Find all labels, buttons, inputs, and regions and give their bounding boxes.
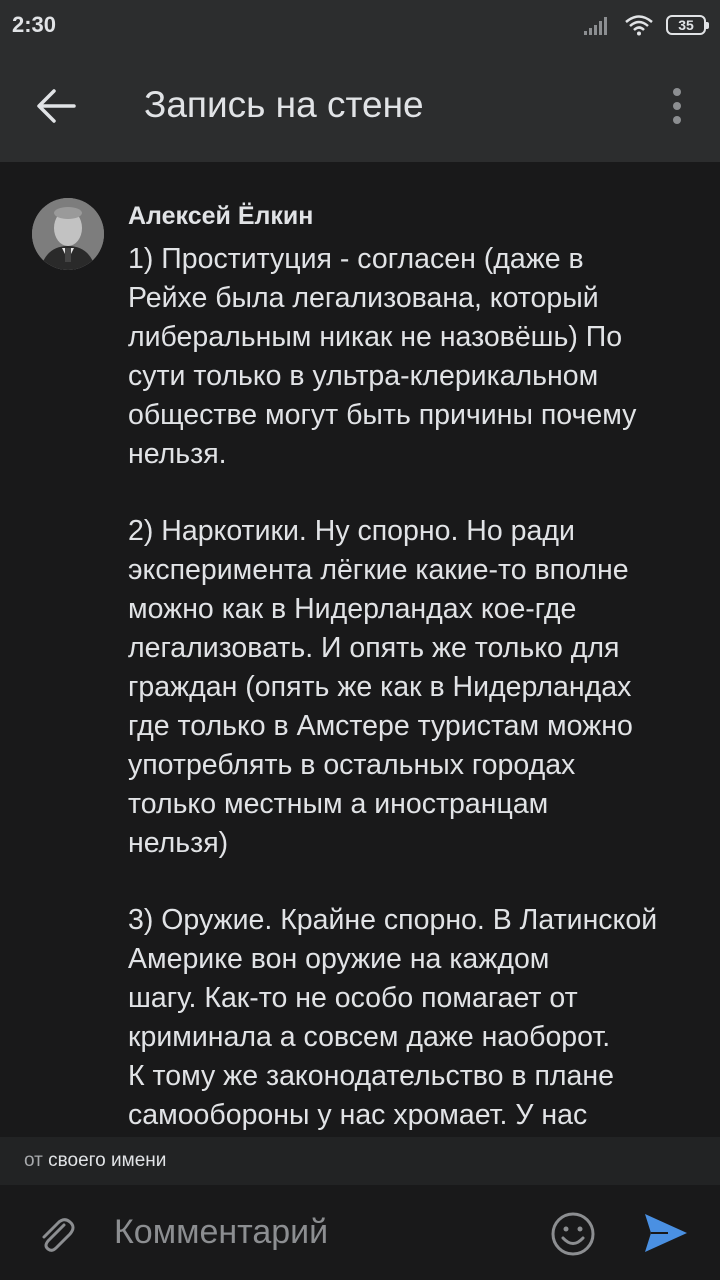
battery-icon: 35 bbox=[666, 15, 709, 35]
status-bar: 2:30 35 bbox=[0, 0, 720, 50]
signal-icon bbox=[584, 17, 607, 35]
status-time: 2:30 bbox=[12, 12, 57, 37]
avatar-photo bbox=[32, 198, 104, 270]
comment-text: 1) Проституция - согласен (даже в Рейхе … bbox=[128, 243, 658, 1131]
page-title: Запись на стене bbox=[144, 84, 424, 125]
smile-icon[interactable] bbox=[550, 1211, 596, 1257]
comment-input[interactable]: Комментарий bbox=[114, 1213, 328, 1252]
post-as-selector[interactable]: от своего имени bbox=[0, 1137, 720, 1185]
paperclip-icon[interactable] bbox=[34, 1213, 78, 1257]
arrow-left-icon[interactable] bbox=[36, 88, 76, 124]
wifi-icon bbox=[625, 15, 653, 36]
comment-list[interactable]: Алексей Ёлкин 1) Проституция - согласен … bbox=[0, 162, 720, 1137]
more-vertical-icon[interactable] bbox=[662, 86, 692, 126]
comment-input-bar: Комментарий bbox=[0, 1185, 720, 1280]
avatar[interactable] bbox=[32, 198, 104, 270]
from-name: своего имени bbox=[48, 1150, 167, 1171]
send-icon[interactable] bbox=[642, 1211, 690, 1255]
status-icons: 35 bbox=[584, 14, 709, 36]
comment-author[interactable]: Алексей Ёлкин bbox=[128, 202, 313, 231]
app-bar: Запись на стене bbox=[0, 50, 720, 162]
from-prefix: от bbox=[24, 1150, 43, 1171]
